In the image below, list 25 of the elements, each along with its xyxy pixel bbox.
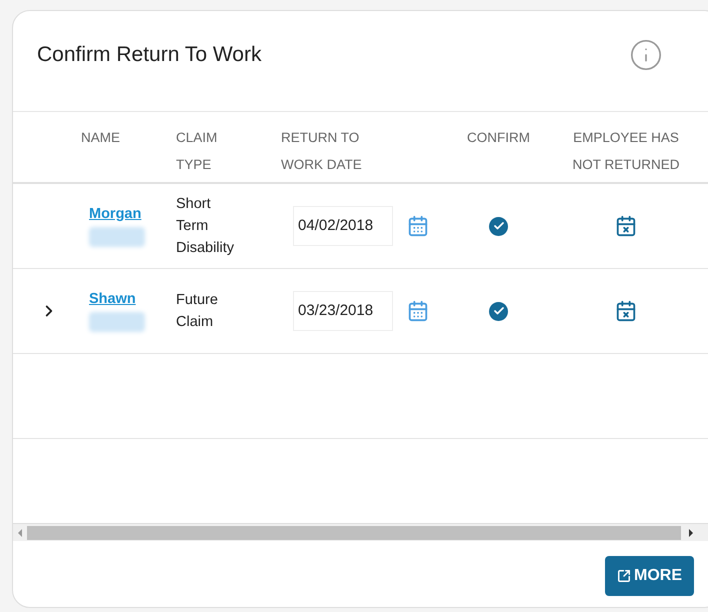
column-header: NAME bbox=[81, 129, 122, 147]
calendar-icon[interactable] bbox=[407, 300, 429, 322]
calendar-x-icon[interactable] bbox=[615, 215, 637, 237]
calendar-icon[interactable] bbox=[407, 215, 429, 237]
column-header: CONFIRM bbox=[467, 129, 530, 147]
employee-name-link[interactable]: Shawn bbox=[89, 290, 176, 308]
card-title: Confirm Return To Work bbox=[37, 42, 262, 68]
more-button[interactable]: MORE bbox=[605, 556, 694, 596]
date-field[interactable]: 03/23/2018 bbox=[293, 291, 393, 331]
external-link-icon bbox=[617, 569, 631, 583]
claim-type-text: Short Term Disability bbox=[176, 195, 236, 258]
confirm-check-icon[interactable] bbox=[489, 302, 508, 320]
date-field[interactable]: 04/02/2018 bbox=[293, 206, 393, 246]
calendar-x-icon[interactable] bbox=[615, 300, 637, 322]
column-header: RETURN TO WORK DATE bbox=[281, 129, 363, 174]
blurred-surname bbox=[89, 226, 145, 246]
claim-type-text: Future Claim bbox=[176, 291, 219, 332]
horizontal-scrollbar[interactable] bbox=[13, 523, 708, 541]
employee-name-link[interactable]: Morgan bbox=[89, 206, 176, 222]
info-icon[interactable] bbox=[629, 38, 663, 72]
blurred-surname bbox=[89, 312, 145, 332]
confirm-check-icon[interactable] bbox=[489, 216, 508, 236]
column-header: CLAIM TYPE bbox=[176, 129, 218, 174]
scrollbar-thumb[interactable] bbox=[27, 526, 681, 540]
column-header: EMPLOYEE HAS NOT RETURNED bbox=[571, 129, 680, 174]
